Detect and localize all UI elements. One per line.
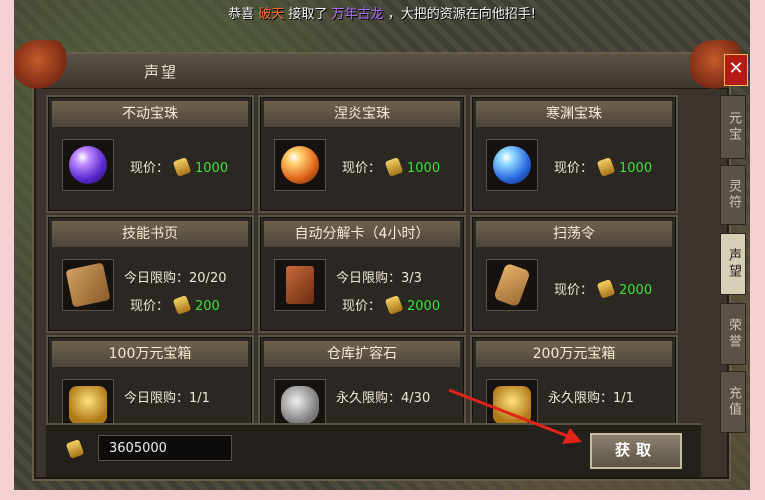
item-slot[interactable] <box>274 139 326 191</box>
limit-label: 今日限购： <box>336 271 402 286</box>
item-slot[interactable] <box>62 139 114 191</box>
item-name: 仓库扩容石 <box>264 341 460 367</box>
item-name: 寒渊宝珠 <box>476 101 672 127</box>
price-label: 现价： <box>342 161 382 176</box>
coin-icon <box>65 439 85 459</box>
sweep-scroll-icon <box>493 262 531 308</box>
shop-item-card[interactable]: 扫荡令 现价： 2000 <box>470 215 678 333</box>
limit-label: 永久限购： <box>336 391 402 406</box>
footer-bar: 3605000 获取 <box>46 423 701 477</box>
limit-row: 永久限购：4/30 <box>336 387 430 406</box>
dragon-ornament-left-icon <box>14 40 74 90</box>
price-label: 现价： <box>130 299 170 314</box>
price-value: 2000 <box>619 283 653 298</box>
shop-item-card[interactable]: 200万元宝箱 永久限购：1/1 <box>470 335 678 430</box>
limit-label: 今日限购： <box>124 391 190 406</box>
limit-label: 永久限购： <box>548 391 614 406</box>
item-name: 涅炎宝珠 <box>264 101 460 127</box>
limit-value: 1/1 <box>613 391 634 406</box>
price-value: 2000 <box>407 299 441 314</box>
ticker-monster: 万年古龙 <box>331 7 384 22</box>
shop-item-card[interactable]: 仓库扩容石 永久限购：4/30 <box>258 335 466 430</box>
price-label: 现价： <box>554 161 594 176</box>
tab-chongzhi[interactable]: 充值 <box>720 371 746 433</box>
limit-value: 4/30 <box>401 391 431 406</box>
price-label: 现价： <box>130 161 170 176</box>
coin-icon <box>596 279 616 299</box>
price-value: 200 <box>195 299 220 314</box>
price-row: 现价： 1000 <box>554 157 653 177</box>
window-title: 声望 <box>144 63 179 81</box>
shop-item-card[interactable]: 自动分解卡（4小时） 今日限购：3/3 现价： 2000 <box>258 215 466 333</box>
price-value: 1000 <box>619 161 653 176</box>
gold-chest-icon <box>493 386 531 424</box>
blue-orb-icon <box>493 146 531 184</box>
item-name: 100万元宝箱 <box>52 341 248 367</box>
price-value: 1000 <box>407 161 441 176</box>
tab-yuanbao[interactable]: 元宝 <box>720 95 746 159</box>
skill-book-icon <box>65 262 111 308</box>
decompose-card-icon <box>286 266 314 304</box>
limit-value: 20/20 <box>189 271 227 286</box>
close-button[interactable]: ✕ <box>724 54 748 86</box>
tab-shengwang[interactable]: 声望 <box>720 233 746 295</box>
limit-row: 今日限购：20/20 <box>124 267 226 286</box>
tab-rongyu[interactable]: 荣誉 <box>720 303 746 365</box>
item-grid: 不动宝珠 现价： 1000 涅炎宝珠 现价： 1000 寒渊宝珠 现价： 1000 技… <box>46 95 701 430</box>
ticker-suffix: ，大把的资源在向他招手! <box>387 7 536 22</box>
shop-item-card[interactable]: 寒渊宝珠 现价： 1000 <box>470 95 678 213</box>
coin-icon <box>172 157 192 177</box>
item-slot[interactable] <box>62 259 114 311</box>
window-titlebar: 声望 <box>34 54 729 89</box>
ticker-middle: 接取了 <box>288 7 328 22</box>
limit-row: 永久限购：1/1 <box>548 387 634 406</box>
item-name: 200万元宝箱 <box>476 341 672 367</box>
shop-item-card[interactable]: 涅炎宝珠 现价： 1000 <box>258 95 466 213</box>
tab-lingfu[interactable]: 灵符 <box>720 165 746 225</box>
gold-chest-icon <box>69 386 107 424</box>
price-row: 现价： 200 <box>130 295 220 315</box>
shop-item-card[interactable]: 100万元宝箱 今日限购：1/1 <box>46 335 254 430</box>
item-name: 不动宝珠 <box>52 101 248 127</box>
ticker-player: 破天 <box>258 7 285 22</box>
price-label: 现价： <box>342 299 382 314</box>
limit-row: 今日限购：1/1 <box>124 387 210 406</box>
currency-amount: 3605000 <box>98 435 232 461</box>
coin-icon <box>384 157 404 177</box>
item-slot[interactable] <box>486 139 538 191</box>
limit-value: 3/3 <box>401 271 422 286</box>
price-row: 现价： 2000 <box>342 295 441 315</box>
system-ticker: 恭喜 破天 接取了 万年古龙 ，大把的资源在向他招手! <box>14 0 750 30</box>
price-label: 现价： <box>554 283 594 298</box>
game-scene: 恭喜 破天 接取了 万年古龙 ，大把的资源在向他招手! 声望 ✕ 不动宝珠 现价… <box>14 0 750 490</box>
shop-item-card[interactable]: 不动宝珠 现价： 1000 <box>46 95 254 213</box>
limit-label: 今日限购： <box>124 271 190 286</box>
item-name: 技能书页 <box>52 221 248 247</box>
purple-orb-icon <box>69 146 107 184</box>
orange-orb-icon <box>281 146 319 184</box>
expansion-stone-icon <box>281 386 319 424</box>
price-row: 现价： 1000 <box>130 157 229 177</box>
item-name: 自动分解卡（4小时） <box>264 221 460 247</box>
coin-icon <box>596 157 616 177</box>
shop-item-card[interactable]: 技能书页 今日限购：20/20 现价： 200 <box>46 215 254 333</box>
obtain-button[interactable]: 获取 <box>590 433 682 469</box>
coin-icon <box>384 295 404 315</box>
limit-value: 1/1 <box>189 391 210 406</box>
price-row: 现价： 2000 <box>554 279 653 299</box>
price-row: 现价： 1000 <box>342 157 441 177</box>
item-name: 扫荡令 <box>476 221 672 247</box>
price-value: 1000 <box>195 161 229 176</box>
item-slot[interactable] <box>274 259 326 311</box>
ticker-prefix: 恭喜 <box>228 7 255 22</box>
limit-row: 今日限购：3/3 <box>336 267 422 286</box>
item-slot[interactable] <box>486 259 538 311</box>
coin-icon <box>172 295 192 315</box>
